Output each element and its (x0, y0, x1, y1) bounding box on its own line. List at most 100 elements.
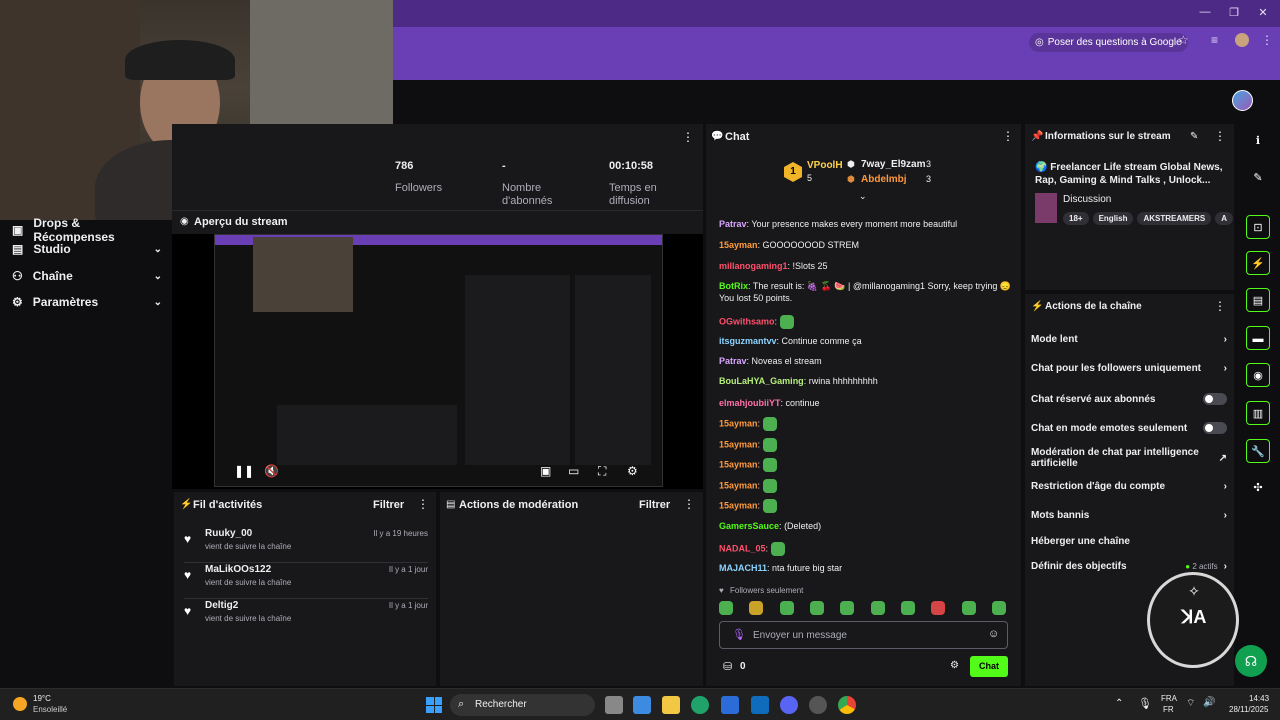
activity-username[interactable]: MaLikOOs122 (205, 564, 271, 575)
chat-username[interactable]: 15ayman (719, 459, 758, 469)
expand-icon[interactable]: ⌄ (859, 191, 867, 202)
activity-filter-button[interactable]: Filtrer (373, 499, 404, 511)
chat-username[interactable]: 15ayman (719, 480, 758, 490)
more-options-icon[interactable]: ⋮ (683, 497, 695, 511)
emote-icon[interactable] (961, 601, 976, 615)
ask-google-button[interactable]: ◎ Poser des questions à Google (1029, 33, 1188, 52)
pip-icon[interactable]: ▣ (540, 464, 551, 478)
chat-username[interactable]: 15ayman (719, 240, 758, 250)
chat-username[interactable]: 15ayman (719, 500, 758, 510)
emote-icon[interactable] (991, 601, 1006, 615)
store-icon[interactable] (721, 696, 739, 714)
minimize-button[interactable]: — (1195, 6, 1215, 18)
chat-username[interactable]: MAJACH11 (719, 563, 767, 573)
focus-icon[interactable]: ⊡ (1246, 215, 1270, 239)
windows-start-icon[interactable] (426, 697, 442, 713)
leader-name[interactable]: 7way_El9zam (861, 159, 926, 170)
chrome-icon[interactable] (838, 696, 856, 714)
chat-username[interactable]: 15ayman (719, 439, 758, 449)
app-icon[interactable] (809, 696, 827, 714)
set-goals-option[interactable]: Définir des objectifs ● 2 actifs › (1031, 561, 1227, 572)
emote-icon[interactable] (931, 601, 946, 615)
emote-icon[interactable] (870, 601, 885, 615)
close-window-button[interactable]: ✕ (1253, 6, 1273, 19)
weather-desc[interactable]: Ensoleillé (33, 705, 67, 714)
tag-chip[interactable]: English (1092, 212, 1134, 225)
browser-menu-icon[interactable]: ⋮ (1261, 33, 1273, 47)
copilot-icon[interactable] (633, 696, 651, 714)
file-explorer-icon[interactable] (662, 696, 680, 714)
user-avatar[interactable] (1232, 90, 1253, 111)
tag-chip[interactable]: AKSTREAMERS (1137, 212, 1212, 225)
emotes-only-option[interactable]: Chat en mode emotes seulement (1031, 422, 1227, 434)
weather-temp[interactable]: 19°C (33, 694, 51, 703)
chat-icon[interactable]: ▬ (1246, 326, 1270, 350)
more-options-icon[interactable]: ⋮ (682, 130, 694, 144)
clock-date[interactable]: 28/11/2025 (1229, 705, 1268, 714)
clipboard-icon[interactable]: ▤ (1246, 288, 1270, 312)
edge-icon[interactable] (691, 696, 709, 714)
discord-icon[interactable] (780, 696, 798, 714)
points-icon[interactable]: ⛁ (723, 660, 732, 673)
host-channel-option[interactable]: Héberger une chaîne (1031, 536, 1227, 547)
chevron-up-icon[interactable]: ⌃ (1115, 698, 1123, 709)
emotes-only-toggle[interactable] (1203, 422, 1227, 434)
ai-moderation-option[interactable]: Modération de chat par intelligence arti… (1031, 447, 1227, 469)
wifi-icon[interactable]: ⌔ (1186, 697, 1195, 710)
activity-username[interactable]: Ruuky_00 (205, 528, 252, 539)
microphone-icon[interactable]: 🎙 (732, 628, 746, 641)
banned-words-option[interactable]: Mots bannis › (1031, 510, 1227, 521)
broadcast-icon[interactable]: ◉ (1246, 363, 1270, 387)
chat-username[interactable]: GamersSauce (719, 521, 779, 531)
language-indicator[interactable]: FRA (1161, 694, 1177, 703)
chat-username[interactable]: BotRix (719, 281, 748, 291)
edit-icon[interactable]: ✎ (1190, 131, 1198, 142)
pause-icon[interactable]: ❚❚ (234, 464, 254, 478)
help-support-button[interactable]: ☊ (1235, 645, 1267, 677)
chat-username[interactable]: 15ayman (719, 418, 758, 428)
emote-icon[interactable] (840, 601, 855, 615)
nav-channel[interactable]: ⚇ Chaîne ⌄ (12, 269, 162, 283)
leader-name[interactable]: Abdelmbj (861, 174, 907, 185)
emote-icon[interactable] (900, 601, 915, 615)
clock-time[interactable]: 14:43 (1249, 694, 1269, 703)
mute-icon[interactable]: 🔇 (264, 464, 279, 478)
nav-settings[interactable]: ⚙ Paramètres ⌄ (12, 295, 162, 309)
emote-icon[interactable] (749, 601, 764, 615)
layers-icon[interactable]: ▥ (1246, 401, 1270, 425)
wrench-icon[interactable]: 🔧 (1246, 439, 1270, 463)
chat-send-button[interactable]: Chat (970, 656, 1008, 677)
mail-icon[interactable] (751, 696, 769, 714)
task-view-icon[interactable] (605, 696, 623, 714)
chat-username[interactable]: NADAL_05 (719, 543, 766, 553)
leader-name[interactable]: VPoolH (807, 160, 843, 171)
theater-icon[interactable]: ▭ (568, 464, 579, 478)
emote-icon[interactable] (779, 601, 794, 615)
nav-drops[interactable]: ▣ Drops & Récompenses (12, 216, 162, 244)
subscribers-only-toggle[interactable] (1203, 393, 1227, 405)
chat-username[interactable]: elmahjoubiiYT (719, 398, 781, 408)
activity-username[interactable]: Deltig2 (205, 600, 238, 611)
category-thumbnail[interactable] (1035, 193, 1057, 223)
keyboard-layout[interactable]: FR (1163, 705, 1174, 714)
profile-avatar[interactable] (1235, 33, 1249, 47)
fullscreen-icon[interactable]: ⛶ (598, 464, 606, 479)
stream-category[interactable]: Discussion (1063, 194, 1111, 205)
emoji-icon[interactable]: ☺ (988, 628, 999, 640)
edit-icon[interactable]: ✎ (1246, 166, 1270, 190)
lightning-icon[interactable]: ⚡ (1246, 251, 1270, 275)
subscribers-only-option[interactable]: Chat réservé aux abonnés (1031, 393, 1227, 405)
bookmark-star-icon[interactable]: ☆ (1178, 33, 1189, 47)
more-options-icon[interactable]: ⋮ (1002, 129, 1014, 143)
chat-username[interactable]: Patrav (719, 219, 747, 229)
slow-mode-option[interactable]: Mode lent › (1031, 334, 1227, 345)
reading-list-icon[interactable]: ≡ (1211, 33, 1218, 47)
tag-chip[interactable]: A (1215, 212, 1233, 225)
chat-username[interactable]: itsguzmantvv (719, 336, 777, 346)
chat-settings-icon[interactable]: ⚙ (950, 660, 959, 671)
chat-username[interactable]: millanogaming1 (719, 261, 788, 271)
chat-username[interactable]: OGwithsamo (719, 316, 775, 326)
emote-icon[interactable] (719, 601, 733, 615)
more-options-icon[interactable]: ⋮ (1214, 129, 1226, 143)
taskbar-search[interactable]: ⌕ Rechercher (450, 694, 595, 716)
